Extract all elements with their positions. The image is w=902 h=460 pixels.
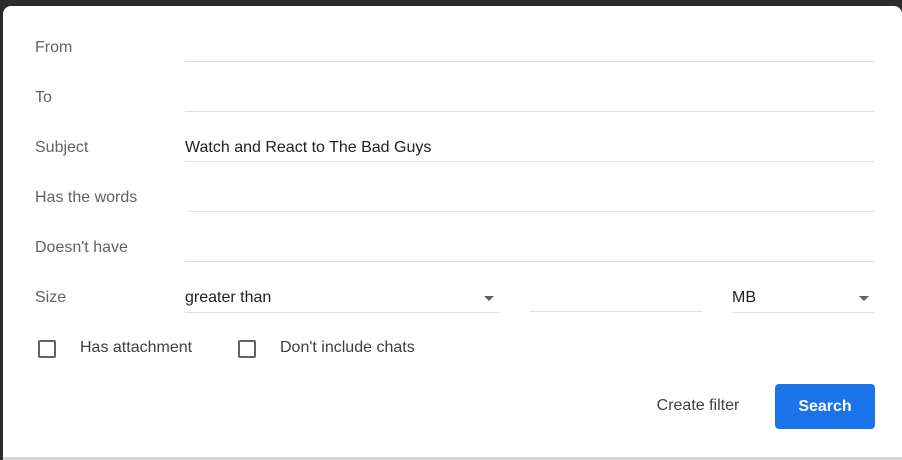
size-comparator-select[interactable]: greater than <box>185 286 500 313</box>
dropdown-arrow-icon <box>859 296 869 301</box>
size-unit-select[interactable]: MB <box>732 286 875 313</box>
from-label: From <box>35 39 73 56</box>
to-field[interactable] <box>185 86 875 112</box>
subject-field[interactable]: Watch and React to The Bad Guys <box>185 136 875 162</box>
subject-label: Subject <box>35 139 89 156</box>
search-button[interactable]: Search <box>775 384 875 429</box>
to-label: To <box>35 89 52 106</box>
size-comparator-value: greater than <box>185 289 272 306</box>
dont-include-chats-checkbox[interactable] <box>238 340 256 358</box>
has-words-label: Has the words <box>35 189 138 206</box>
has-attachment-label[interactable]: Has attachment <box>80 339 192 357</box>
doesnt-have-field[interactable] <box>185 236 875 262</box>
dont-include-chats-label[interactable]: Don't include chats <box>280 339 415 357</box>
has-attachment-checkbox[interactable] <box>38 340 56 358</box>
create-filter-button[interactable]: Create filter <box>635 386 761 426</box>
from-field[interactable] <box>185 36 875 62</box>
has-words-field[interactable] <box>188 186 875 212</box>
dropdown-arrow-icon <box>484 296 494 301</box>
size-label: Size <box>35 289 67 306</box>
doesnt-have-label: Doesn't have <box>35 239 128 256</box>
size-unit-value: MB <box>732 289 756 306</box>
search-options-panel: From To Subject Watch and React to The B… <box>3 6 902 457</box>
size-amount-field[interactable] <box>530 286 702 312</box>
